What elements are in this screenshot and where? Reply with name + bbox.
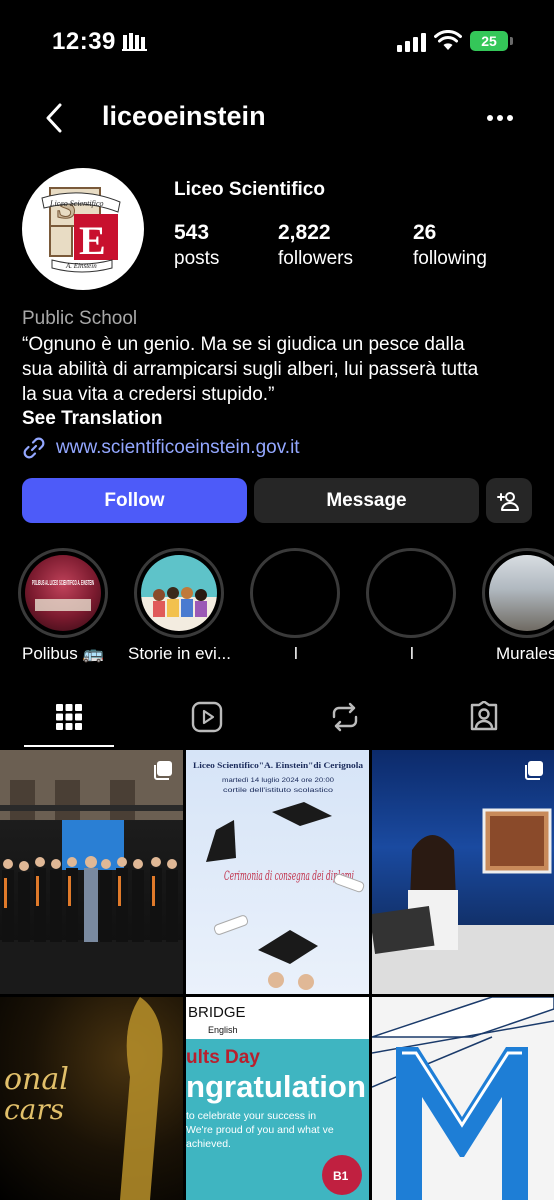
post-image	[372, 808, 554, 994]
tab-reposts[interactable]	[325, 696, 365, 738]
website-link[interactable]: www.scientificoeinstein.gov.it	[22, 434, 300, 462]
carousel-icon	[525, 761, 543, 780]
highlight-cover	[489, 555, 554, 631]
highlight-ring: POLIBUS AL LICEO SCIENTIFICO A. EINSTEIN	[18, 548, 108, 638]
post-image	[372, 997, 554, 1200]
polibus-cover-text: POLIBUS AL LICEO SCIENTIFICO A. EINSTEIN	[32, 580, 94, 587]
profile-bio: “Ognuno è un genio. Ma se si giudica un …	[22, 332, 532, 407]
follow-button[interactable]: Follow	[22, 478, 247, 523]
cellular-signal-icon	[397, 33, 426, 52]
highlight-label: l	[294, 644, 298, 663]
highlight-label: Storie in evi...	[128, 644, 231, 663]
post-text: ults Day	[186, 1047, 260, 1068]
post-image: onal cars	[4, 997, 163, 1200]
stat-posts[interactable]: 543 posts	[174, 220, 219, 272]
post-text: Liceo Scientifico"A. Einstein"di Cerigno…	[193, 760, 364, 770]
profile-avatar[interactable]: S E Liceo Scientifico A. Einstein	[22, 168, 144, 290]
post-graduation-stage[interactable]	[0, 750, 183, 994]
add-person-icon	[497, 491, 519, 511]
focus-icon	[122, 33, 147, 51]
wifi-icon	[434, 30, 462, 50]
tagged-person-icon	[470, 701, 498, 731]
post-oscars[interactable]: onal cars	[0, 997, 183, 1200]
back-button[interactable]	[36, 100, 72, 136]
highlight-cover: POLIBUS AL LICEO SCIENTIFICO A. EINSTEIN	[25, 555, 101, 631]
stat-followers[interactable]: 2,822 followers	[278, 220, 353, 272]
polibus-cover: POLIBUS AL LICEO SCIENTIFICO A. EINSTEIN	[32, 580, 94, 611]
highlight-ring	[250, 548, 340, 638]
status-bar: 12:39 25	[0, 0, 554, 80]
carousel-icon	[154, 761, 172, 780]
profile-display-name: Liceo Scientifico	[174, 179, 325, 200]
students-illustration	[153, 587, 207, 617]
post-text: BRIDGE	[188, 1004, 246, 1021]
highlight-murales[interactable]: Murales	[482, 548, 554, 663]
tab-tagged[interactable]	[464, 696, 504, 738]
highlight-l-2[interactable]: l	[366, 548, 458, 663]
repost-icon	[332, 702, 358, 732]
post-congratulations[interactable]: BRIDGE English ults Day ngratulation to …	[186, 997, 369, 1200]
post-text: martedì 14 luglio 2024 ore 20:00	[222, 777, 334, 784]
highlight-ring	[134, 548, 224, 638]
post-image: BRIDGE English ults Day ngratulation to …	[186, 997, 369, 1195]
stat-following[interactable]: 26 following	[413, 220, 487, 272]
highlight-storie[interactable]: Storie in evi...	[128, 548, 231, 663]
post-text: onal	[4, 1062, 69, 1097]
post-image	[0, 750, 183, 994]
school-logo: S E Liceo Scientifico A. Einstein	[41, 186, 121, 273]
highlight-ring	[366, 548, 456, 638]
post-text: ngratulation	[186, 1069, 366, 1104]
stat-followers-value: 2,822	[278, 221, 331, 244]
stat-followers-label: followers	[278, 248, 353, 269]
tab-grid[interactable]	[49, 696, 89, 738]
posts-grid: Liceo Scientifico"A. Einstein"di Cerigno…	[0, 750, 554, 1200]
post-text: English	[208, 1025, 238, 1035]
post-m-logo[interactable]	[372, 997, 554, 1200]
highlight-label: l	[410, 644, 414, 663]
svg-text:E: E	[79, 218, 106, 263]
post-text: B1	[333, 1169, 349, 1183]
profile-category: Public School	[22, 308, 138, 329]
highlight-label: Polibus 🚌	[22, 644, 104, 663]
more-options-icon[interactable]	[484, 108, 516, 128]
post-text: cars	[4, 1093, 64, 1126]
stat-following-value: 26	[413, 221, 437, 244]
battery-tip	[510, 37, 513, 45]
post-newsroom[interactable]	[372, 750, 554, 994]
post-text: cortile dell'istituto scolastico	[223, 787, 334, 794]
stat-following-label: following	[413, 248, 487, 269]
website-link-text: www.scientificoeinstein.gov.it	[56, 437, 300, 458]
bio-line: la sua vita a credersi stupido.”	[22, 384, 275, 405]
post-text: to celebrate your success in We're proud…	[186, 1110, 334, 1150]
tab-reels[interactable]	[187, 696, 227, 738]
highlight-l-1[interactable]: l	[250, 548, 342, 663]
battery-indicator: 25	[470, 31, 508, 51]
highlight-polibus[interactable]: POLIBUS AL LICEO SCIENTIFICO A. EINSTEIN…	[18, 548, 110, 663]
stat-posts-label: posts	[174, 248, 220, 269]
suggested-users-button[interactable]	[486, 478, 532, 523]
message-button[interactable]: Message	[254, 478, 479, 523]
stat-posts-value: 543	[174, 221, 210, 244]
highlight-label: Murales	[496, 644, 554, 663]
post-image: Liceo Scientifico"A. Einstein"di Cerigno…	[193, 760, 365, 990]
see-translation-link[interactable]: See Translation	[22, 408, 162, 430]
reels-icon	[191, 701, 223, 733]
bio-line: “Ognuno è un genio. Ma se si giudica un …	[22, 334, 465, 355]
highlight-cover	[257, 555, 333, 631]
highlight-cover	[373, 555, 449, 631]
avatar-text-top: Liceo Scientifico	[49, 199, 104, 208]
link-icon	[23, 437, 45, 459]
highlight-ring	[482, 548, 554, 638]
avatar-text-bottom: A. Einstein	[65, 262, 97, 270]
grid-icon	[56, 704, 82, 730]
active-tab-indicator	[24, 745, 114, 747]
highlight-cover	[141, 555, 217, 631]
post-ceremony-poster[interactable]: Liceo Scientifico"A. Einstein"di Cerigno…	[186, 750, 369, 994]
profile-username: liceoeinstein	[102, 101, 266, 131]
chevron-left-icon	[46, 103, 62, 133]
bio-line: sua abilità di arrampicarsi sugli alberi…	[22, 359, 479, 380]
status-time: 12:39	[52, 28, 116, 55]
